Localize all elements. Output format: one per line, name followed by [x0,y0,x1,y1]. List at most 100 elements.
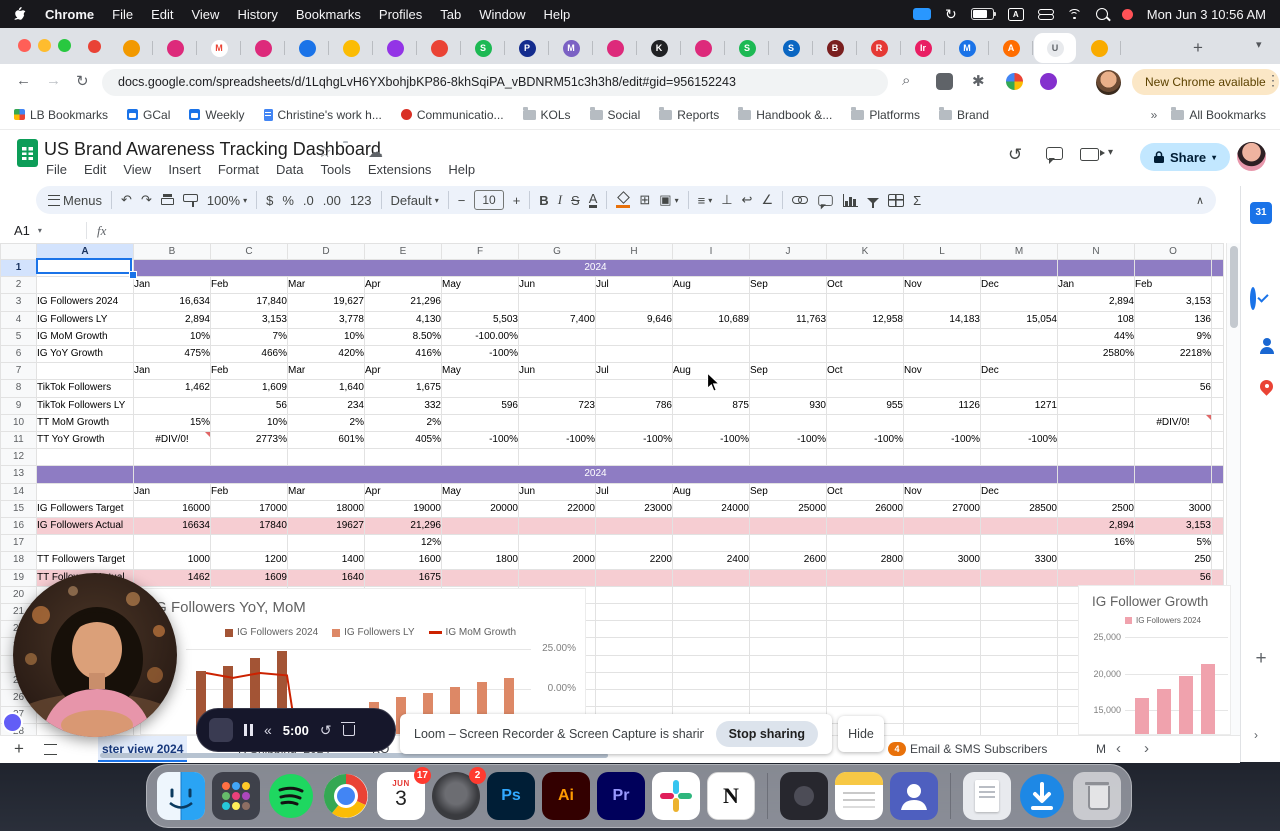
cell-M17[interactable] [980,534,1058,553]
sheets-menu-insert[interactable]: Insert [168,162,201,177]
cell-I5[interactable] [672,327,750,347]
cell-N10[interactable] [1057,413,1135,433]
col-header-K[interactable]: K [826,243,904,260]
cell-M21[interactable] [980,603,1058,622]
cell-K20[interactable] [826,585,904,605]
version-history-icon[interactable]: ↺ [1008,145,1022,165]
browser-tab-14[interactable] [682,33,725,63]
cell-N3[interactable]: 2,894 [1057,293,1135,312]
rewind-icon[interactable]: « [264,722,272,738]
browser-tab-16[interactable]: S [770,33,813,63]
cell-B19[interactable]: 1462 [133,568,211,587]
cell-B14[interactable]: Jan [133,482,211,501]
browser-profile-avatar[interactable] [1096,70,1121,95]
cell-O19[interactable]: 56 [1134,568,1212,587]
cell-H25[interactable] [595,671,673,691]
cell-L11[interactable]: -100% [903,431,981,450]
row-header-8[interactable]: 8 [0,379,37,398]
cell-N14[interactable] [1057,482,1135,501]
cell-A13[interactable] [36,465,134,484]
cell-N7[interactable] [1057,362,1135,381]
cell-I4[interactable]: 10,689 [672,310,750,329]
cell-H14[interactable]: Jul [595,482,673,501]
sheet-tab-4[interactable]: 4 Email & SMS Subscribers [884,736,1051,762]
cell-K2[interactable]: Oct [826,276,904,295]
cell-A4[interactable]: IG Followers LY [36,310,134,329]
address-bar[interactable]: docs.google.com/spreadsheets/d/1LqhgLvH6… [102,69,888,96]
restart-icon[interactable]: ↺ [320,722,332,739]
cell-P7[interactable] [1211,362,1224,381]
sheets-menu-edit[interactable]: Edit [84,162,106,177]
cell-M27[interactable] [980,706,1058,725]
grid-corner[interactable] [0,243,37,260]
col-header-N[interactable]: N [1057,243,1135,260]
cell-C7[interactable]: Feb [210,362,288,381]
browser-tab-9[interactable]: S [462,33,505,63]
cell-L17[interactable] [903,534,981,553]
col-header-F[interactable]: F [441,243,519,260]
cell-K18[interactable]: 2800 [826,551,904,570]
cell-K3[interactable] [826,293,904,312]
row-header-10[interactable]: 10 [0,413,37,433]
cell-M19[interactable] [980,568,1058,587]
stop-recording-button[interactable] [209,718,233,742]
vertical-scrollbar-thumb[interactable] [1230,246,1238,328]
cell-N17[interactable]: 16% [1057,534,1135,553]
cell-P1[interactable] [1211,258,1224,278]
cell-K4[interactable]: 12,958 [826,310,904,329]
cell-O10[interactable]: #DIV/0! [1134,413,1212,433]
cell-P19[interactable] [1211,568,1224,587]
cell-F9[interactable]: 596 [441,396,519,415]
extension-icon[interactable] [936,73,953,90]
cell-G4[interactable]: 7,400 [518,310,596,329]
sheets-menu-extensions[interactable]: Extensions [368,162,432,177]
cell-I3[interactable] [672,293,750,312]
cell-H16[interactable] [595,517,673,536]
cell-H8[interactable] [595,379,673,398]
cell-G7[interactable]: Jun [518,362,596,381]
cell-P13[interactable] [1211,465,1224,484]
cell-N16[interactable]: 2,894 [1057,517,1135,536]
bookmark-item[interactable]: LB Bookmarks [14,108,108,122]
cell-P3[interactable] [1211,293,1224,312]
cell-I16[interactable] [672,517,750,536]
bookmark-item[interactable]: Weekly [189,108,245,122]
browser-tab-1[interactable] [110,33,153,63]
cell-D7[interactable]: Mar [287,362,365,381]
sheets-menu-help[interactable]: Help [448,162,475,177]
zoom-select[interactable]: 100% ▾ [207,193,247,208]
browser-tab-10[interactable]: P [506,33,549,63]
cell-I24[interactable] [672,654,750,673]
apple-menu-icon[interactable] [14,6,27,22]
font-size-input[interactable]: 10 [474,190,504,210]
col-header-C[interactable]: C [210,243,288,260]
cell-J18[interactable]: 2600 [749,551,827,570]
sheet-tab-5[interactable]: M [1092,736,1110,762]
cell-M7[interactable]: Dec [980,362,1058,381]
row-header-11[interactable]: 11 [0,431,37,450]
sheets-menu-file[interactable]: File [46,162,67,177]
close-window-button[interactable] [18,39,31,52]
col-header-B[interactable]: B [133,243,211,260]
browser-tab-5[interactable] [286,33,329,63]
cell-J15[interactable]: 25000 [749,499,827,519]
cell-A3[interactable]: IG Followers 2024 [36,293,134,312]
row-header-12[interactable]: 12 [0,448,37,467]
cell-L24[interactable] [903,654,981,673]
menubar-item-file[interactable]: File [112,7,133,22]
cell-E4[interactable]: 4,130 [364,310,442,329]
redo-icon[interactable]: ↷ [141,192,152,208]
tasks-icon[interactable] [1250,287,1256,310]
cell-L28[interactable] [903,723,981,735]
cell-I18[interactable]: 2400 [672,551,750,570]
cell-C16[interactable]: 17840 [210,517,288,536]
col-header-J[interactable]: J [749,243,827,260]
cell-B5[interactable]: 10% [133,327,211,347]
cell-L22[interactable] [903,620,981,639]
menubar-item-help[interactable]: Help [544,7,571,22]
cell-P4[interactable] [1211,310,1224,329]
cell-J2[interactable]: Sep [749,276,827,295]
cell-H3[interactable] [595,293,673,312]
paint-format-icon[interactable] [182,193,198,207]
menubar-item-profiles[interactable]: Profiles [379,7,422,22]
